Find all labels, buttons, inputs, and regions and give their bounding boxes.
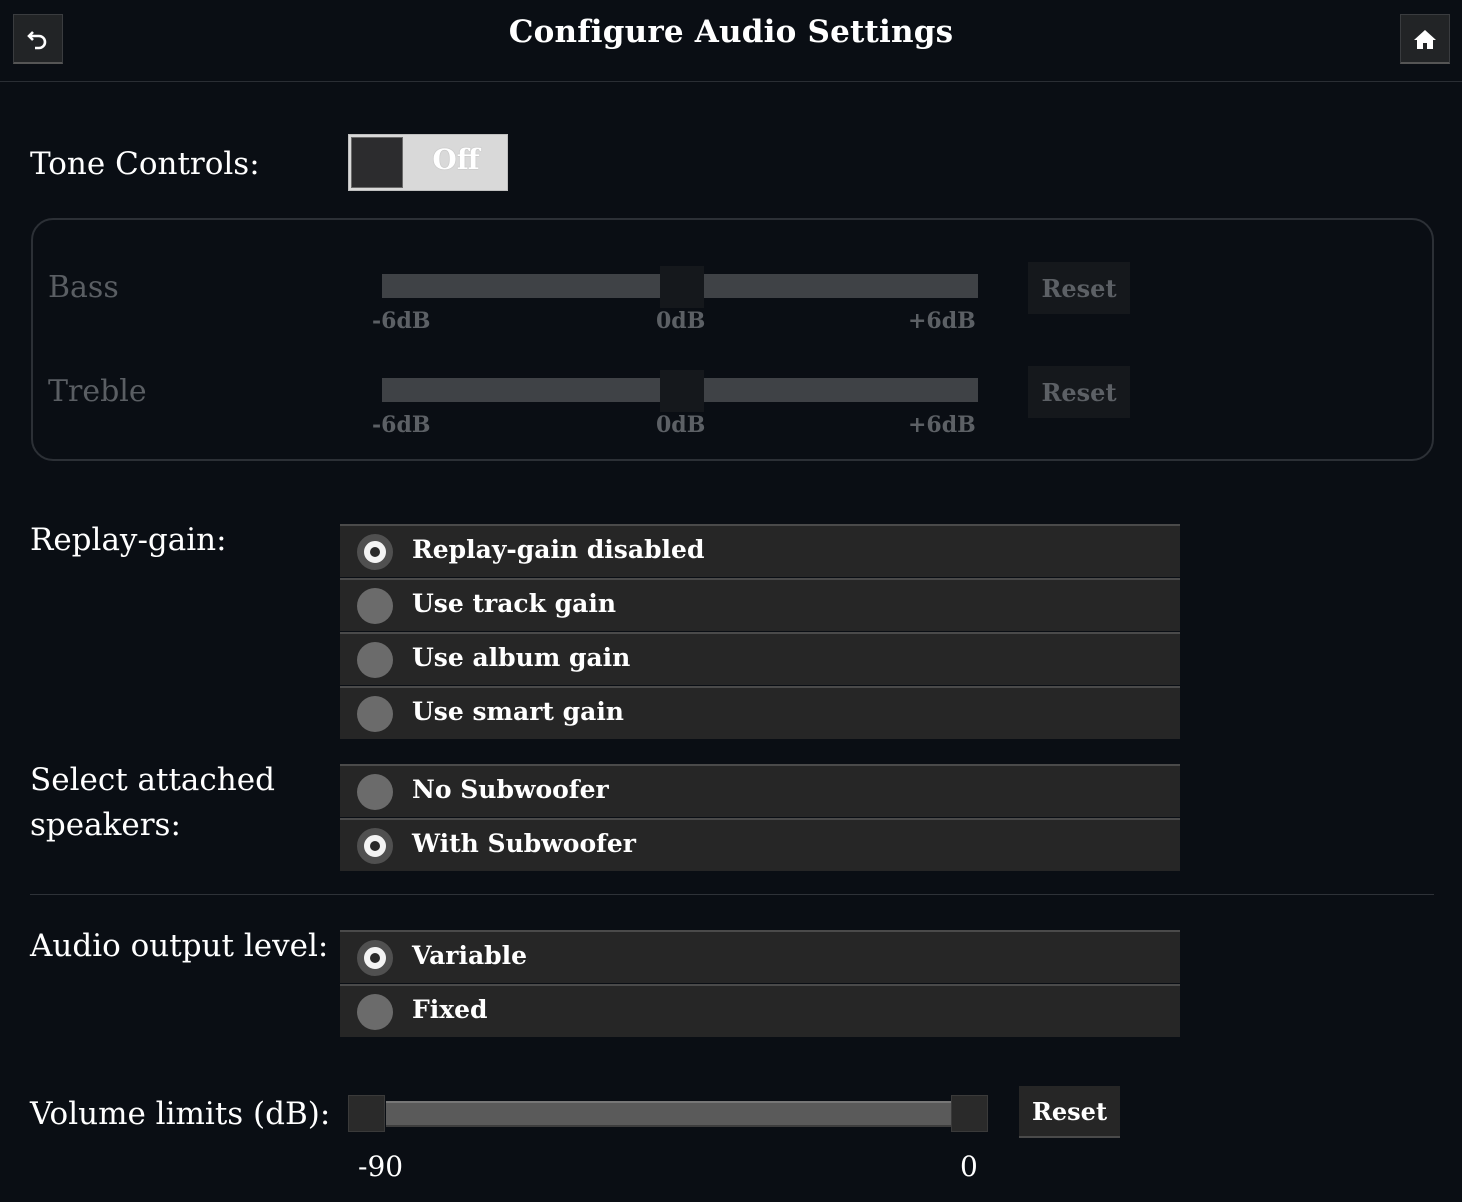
- radio-fixed[interactable]: Fixed: [340, 984, 1180, 1037]
- radio-label: With Subwoofer: [412, 829, 636, 858]
- page-title: Configure Audio Settings: [508, 14, 954, 50]
- radio-selected-icon: [357, 534, 393, 570]
- radio-selected-icon: [357, 828, 393, 864]
- radio-label: Use track gain: [412, 589, 617, 618]
- bass-reset-button[interactable]: Reset: [1028, 262, 1130, 314]
- home-icon: [1414, 29, 1436, 49]
- output-level-label: Audio output level:: [30, 928, 329, 964]
- radio-variable[interactable]: Variable: [340, 930, 1180, 983]
- replay-gain-label: Replay-gain:: [30, 522, 227, 558]
- radio-label: No Subwoofer: [412, 775, 609, 804]
- radio-use-smart-gain[interactable]: Use smart gain: [340, 686, 1180, 739]
- treble-min-tick: -6dB: [372, 412, 431, 438]
- tone-controls-panel: [31, 218, 1434, 461]
- treble-label: Treble: [48, 374, 147, 409]
- bass-slider-handle[interactable]: [660, 266, 704, 308]
- toggle-knob: [351, 137, 403, 188]
- radio-use-track-gain[interactable]: Use track gain: [340, 578, 1180, 631]
- volume-limits-range-track: [386, 1101, 952, 1127]
- radio-unselected-icon: [357, 642, 393, 678]
- volume-reset-button[interactable]: Reset: [1019, 1086, 1120, 1138]
- volume-min-tick: -90: [358, 1150, 404, 1183]
- bass-max-tick: +6dB: [908, 308, 976, 334]
- speakers-label-line1: Select attached: [30, 762, 275, 798]
- radio-label: Use album gain: [412, 643, 631, 672]
- radio-label: Fixed: [412, 995, 488, 1024]
- volume-limits-label: Volume limits (dB):: [30, 1096, 331, 1132]
- section-divider: [30, 894, 1434, 895]
- treble-reset-button[interactable]: Reset: [1028, 366, 1130, 418]
- radio-replay-gain-disabled[interactable]: Replay-gain disabled: [340, 524, 1180, 577]
- volume-min-handle[interactable]: [348, 1095, 385, 1132]
- volume-max-tick: 0: [960, 1150, 978, 1183]
- speakers-label-line2: speakers:: [30, 807, 181, 843]
- radio-selected-icon: [357, 940, 393, 976]
- radio-label: Variable: [412, 941, 528, 970]
- radio-with-subwoofer[interactable]: With Subwoofer: [340, 818, 1180, 871]
- tone-controls-toggle[interactable]: Off: [348, 134, 508, 191]
- radio-use-album-gain[interactable]: Use album gain: [340, 632, 1180, 685]
- home-button[interactable]: [1400, 14, 1450, 64]
- radio-label: Use smart gain: [412, 697, 624, 726]
- radio-no-subwoofer[interactable]: No Subwoofer: [340, 764, 1180, 817]
- tone-controls-label: Tone Controls:: [30, 146, 260, 182]
- header-bar: Configure Audio Settings: [0, 0, 1462, 82]
- treble-slider-handle[interactable]: [660, 370, 704, 412]
- radio-unselected-icon: [357, 696, 393, 732]
- radio-unselected-icon: [357, 588, 393, 624]
- treble-max-tick: +6dB: [908, 412, 976, 438]
- bass-min-tick: -6dB: [372, 308, 431, 334]
- radio-unselected-icon: [357, 994, 393, 1030]
- bass-label: Bass: [48, 270, 119, 305]
- bass-mid-tick: 0dB: [656, 308, 706, 334]
- radio-unselected-icon: [357, 774, 393, 810]
- radio-label: Replay-gain disabled: [412, 535, 705, 564]
- treble-mid-tick: 0dB: [656, 412, 706, 438]
- toggle-state-text: Off: [432, 143, 480, 176]
- volume-max-handle[interactable]: [951, 1095, 988, 1132]
